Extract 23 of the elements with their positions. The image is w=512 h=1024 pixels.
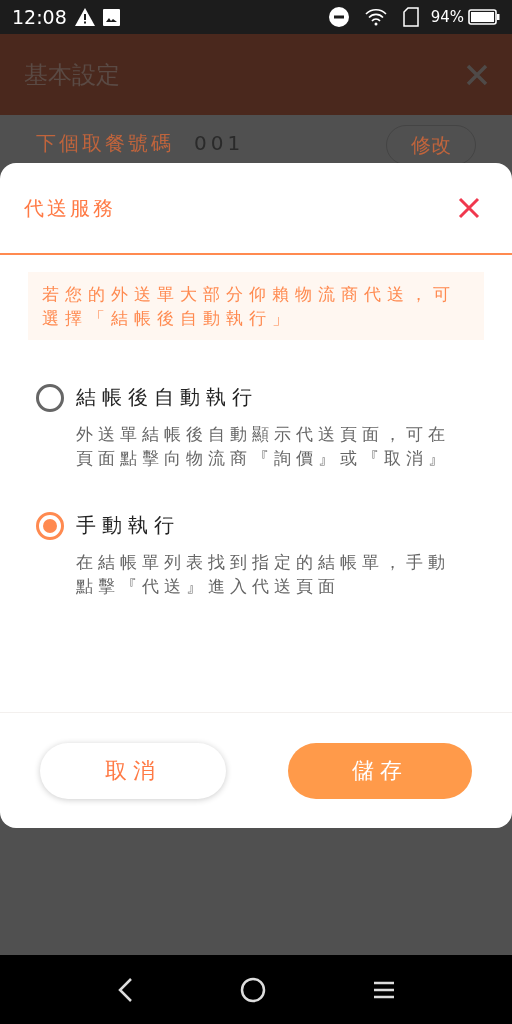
image-icon [102,8,120,26]
wifi-icon [364,8,387,26]
close-icon[interactable] [458,197,480,219]
menu-icon[interactable] [372,979,395,1000]
dialog-title: 代送服務 [24,195,116,222]
field-label: 下個取餐號碼 [36,130,174,157]
option-description: 外送單結帳後自動顯示代送頁面，可在頁面點擊向物流商『詢價』或『取消』 [76,423,451,470]
option-label[interactable]: 結帳後自動執行 [76,382,460,412]
battery-percent: 94% [430,6,464,28]
warning-icon [74,8,95,26]
battery-icon [468,9,500,25]
status-time: 12:08 [12,4,67,30]
radio-button[interactable] [36,384,64,412]
home-icon[interactable] [240,976,266,1003]
hint-text: 若您的外送單大部分仰賴物流商代送，可選擇「結帳後自動執行」 [28,272,484,340]
option-description: 在結帳單列表找到指定的結帳單，手動點擊『代送』進入代送頁面 [76,551,451,598]
cancel-button[interactable]: 取消 [40,742,226,799]
do-not-disturb-icon [328,7,349,27]
radio-button[interactable] [36,512,64,540]
save-button[interactable]: 儲存 [288,742,472,799]
sim-card-icon [402,7,419,27]
back-icon[interactable] [117,976,134,1003]
option-label[interactable]: 手動執行 [76,510,460,540]
